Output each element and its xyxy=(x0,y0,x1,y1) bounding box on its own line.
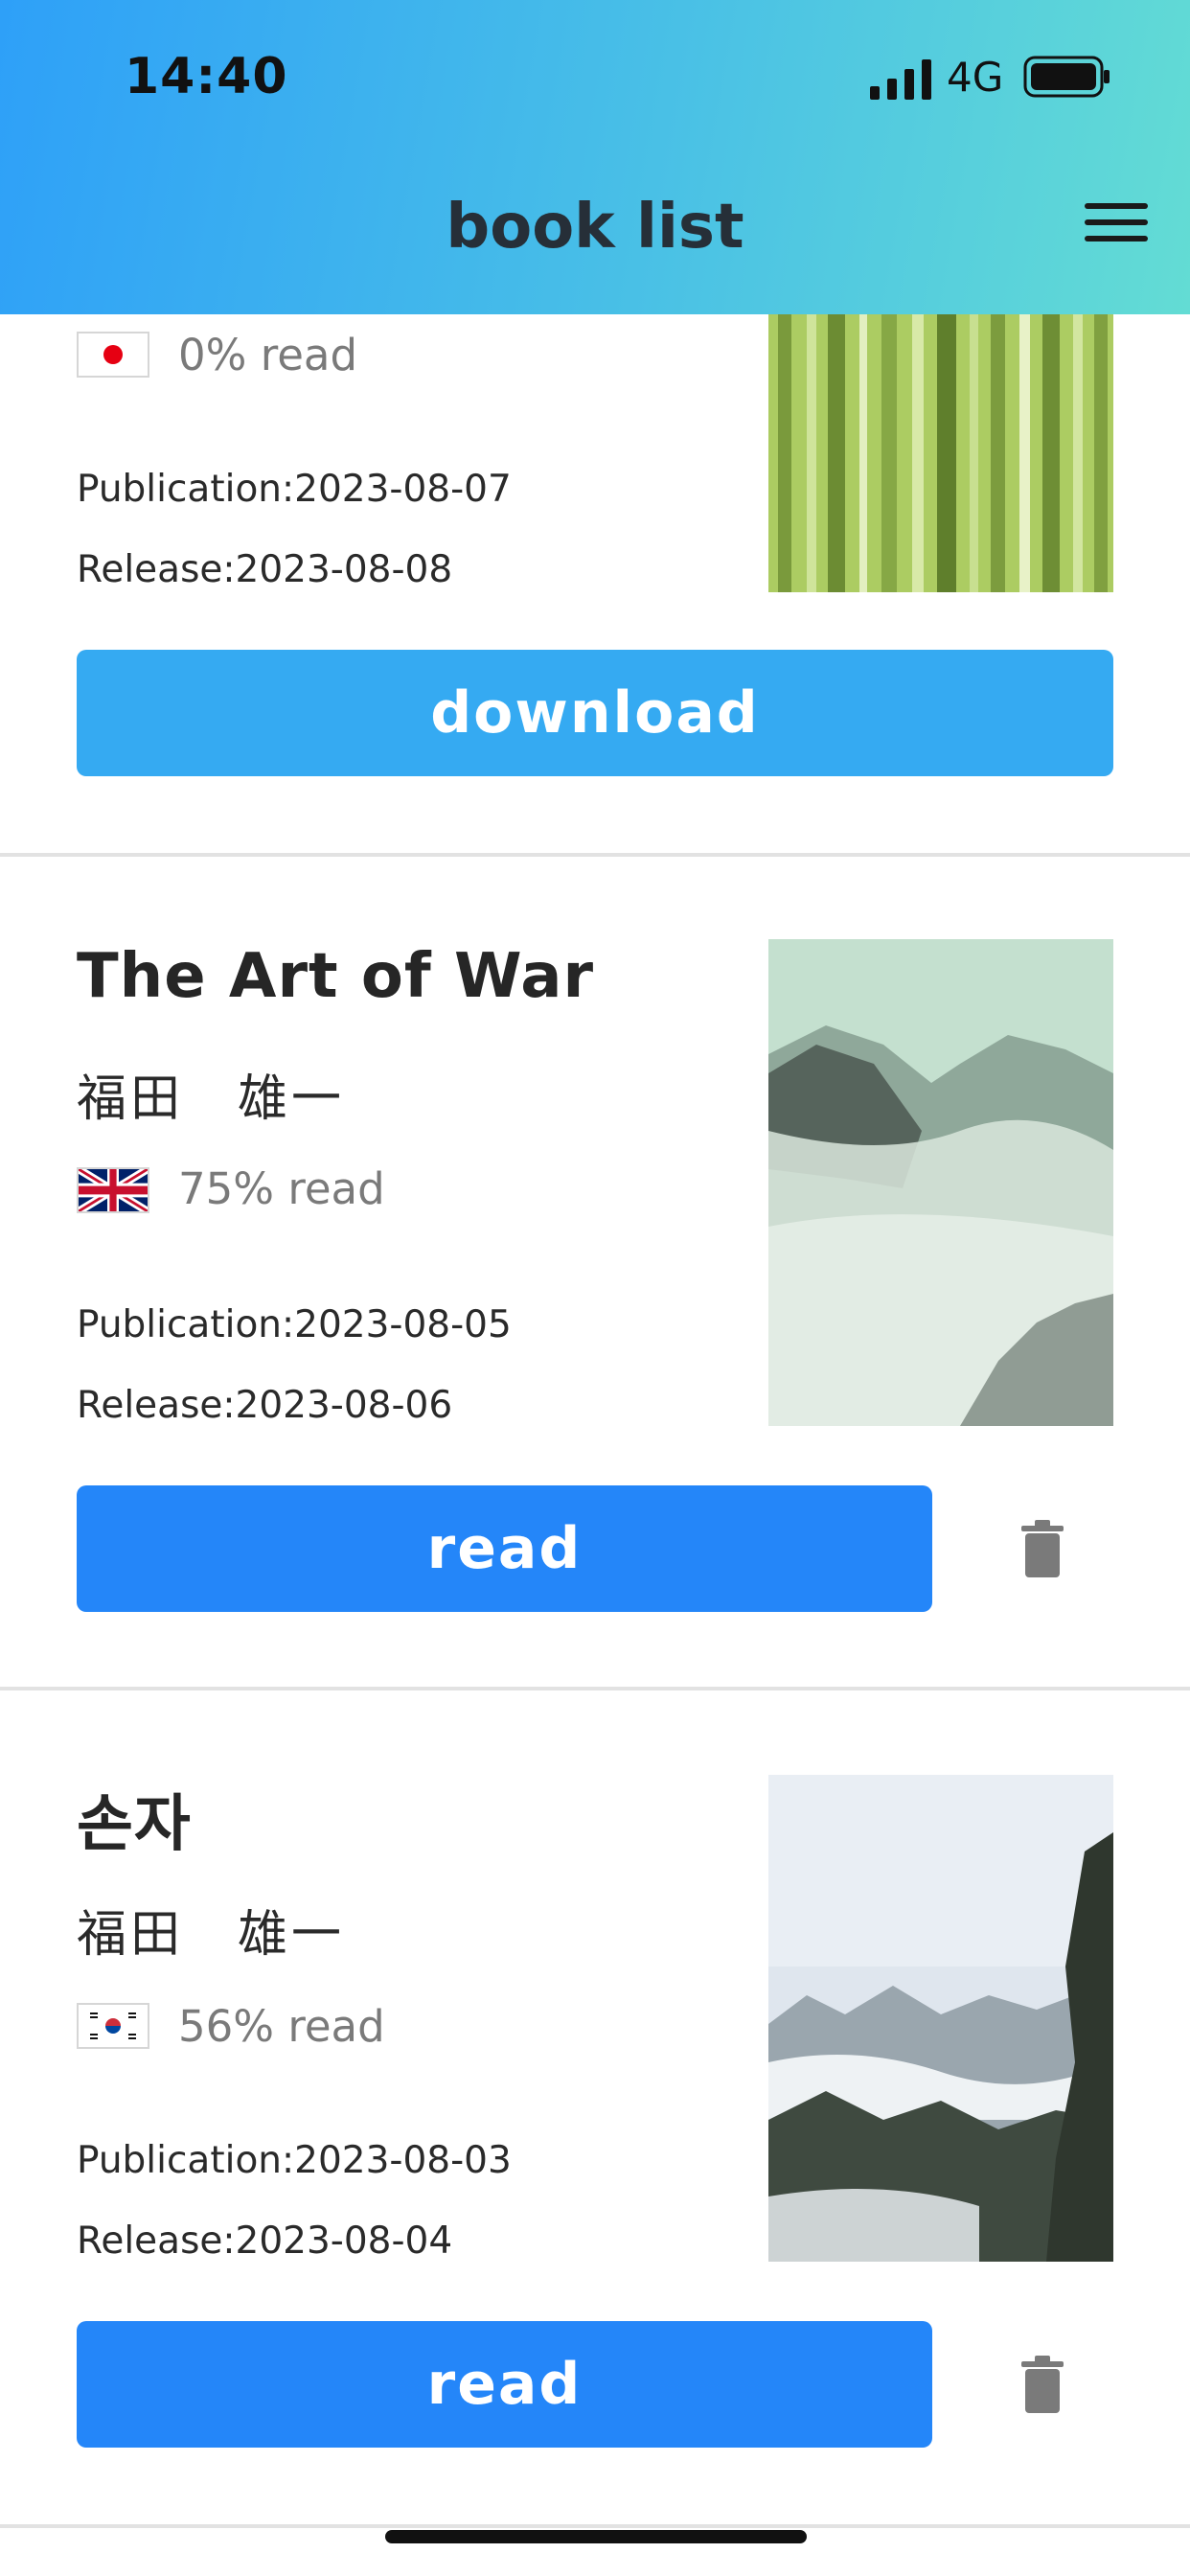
book-cover-3[interactable] xyxy=(768,1775,1113,2262)
status-time: 14:40 xyxy=(125,48,288,105)
publication-date: Publication:2023-08-03 xyxy=(77,2139,512,2182)
trash-icon[interactable] xyxy=(1019,1520,1065,1577)
reading-progress: 0% read xyxy=(178,330,358,380)
release-date: Release:2023-08-06 xyxy=(77,1384,453,1427)
flag-japan-icon xyxy=(77,332,149,378)
trash-icon[interactable] xyxy=(1019,2356,1065,2413)
network-type: 4G xyxy=(947,54,1004,101)
home-indicator[interactable] xyxy=(385,2530,807,2543)
reading-progress: 75% read xyxy=(178,1163,385,1214)
book-cover-2[interactable] xyxy=(768,939,1113,1426)
signal-icon xyxy=(870,59,933,100)
reading-progress: 56% read xyxy=(178,2001,385,2052)
read-button[interactable]: read xyxy=(77,1485,932,1612)
book-title: 손자 xyxy=(77,1789,192,1860)
release-date: Release:2023-08-04 xyxy=(77,2220,453,2263)
page-title: book list xyxy=(446,192,744,263)
flag-korea-icon xyxy=(77,2003,149,2049)
release-date: Release:2023-08-08 xyxy=(77,548,453,591)
card-divider xyxy=(0,2524,1190,2528)
read-button[interactable]: read xyxy=(77,2321,932,2448)
flag-uk-icon xyxy=(77,1167,149,1213)
publication-date: Publication:2023-08-05 xyxy=(77,1303,512,1346)
download-button[interactable]: download xyxy=(77,650,1113,776)
book-author: 福田 雄一 xyxy=(77,1906,346,1964)
publication-date: Publication:2023-08-07 xyxy=(77,468,512,511)
book-cover-1[interactable] xyxy=(768,288,1113,592)
book-author: 福田 雄一 xyxy=(77,1070,346,1128)
app-header: 14:40 4G book list xyxy=(0,0,1190,314)
book-title: The Art of War xyxy=(77,941,595,1012)
card-divider xyxy=(0,1687,1190,1690)
battery-icon xyxy=(1023,56,1111,98)
hamburger-icon[interactable] xyxy=(1085,203,1148,251)
card-divider xyxy=(0,853,1190,857)
